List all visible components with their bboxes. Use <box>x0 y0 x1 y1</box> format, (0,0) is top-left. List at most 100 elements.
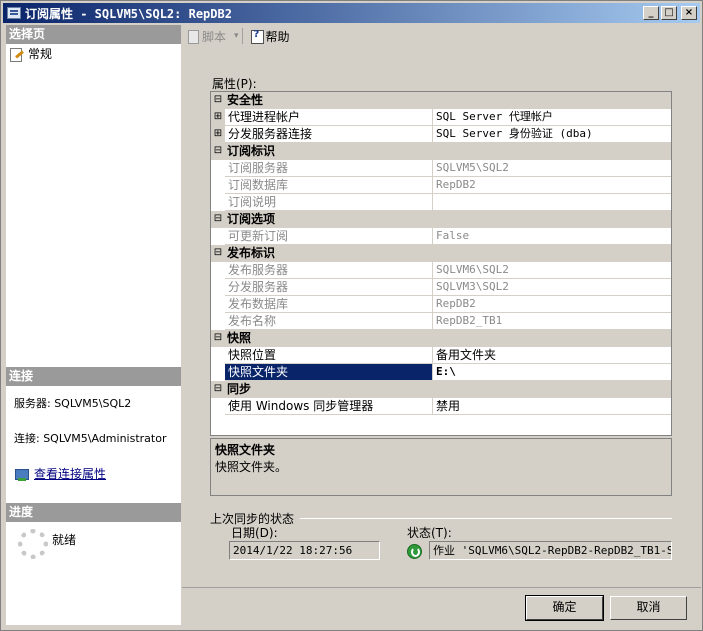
help-button[interactable]: 帮助 <box>250 28 290 45</box>
collapse-icon[interactable]: ⊟ <box>211 330 225 347</box>
description-text: 快照文件夹。 <box>215 460 288 474</box>
row-gutter <box>211 262 225 279</box>
property-value: RepDB2 <box>433 296 671 313</box>
property-row[interactable]: 分发服务器 SQLVM3\SQL2 <box>211 279 671 296</box>
collapse-icon[interactable]: ⊟ <box>211 245 225 262</box>
row-gutter <box>211 347 225 364</box>
property-name: 分发服务器 <box>225 279 433 296</box>
expand-icon[interactable]: ⊞ <box>211 126 225 143</box>
property-value[interactable]: SQL Server 身份验证 (dba) <box>433 126 671 143</box>
row-gutter <box>211 279 225 296</box>
view-connection-properties[interactable]: 查看连接属性 <box>14 465 106 482</box>
property-name: 订阅数据库 <box>225 177 433 194</box>
sync-status-icon <box>406 543 422 559</box>
ok-button[interactable]: 确定 <box>525 595 604 621</box>
toolbar-separator <box>241 28 243 44</box>
row-gutter <box>211 364 225 381</box>
row-gutter <box>211 296 225 313</box>
property-row[interactable]: 发布数据库 RepDB2 <box>211 296 671 313</box>
subscription-properties-window: 订阅属性 - SQLVM5\SQL2: RepDB2 _ □ × 选择页 常规 … <box>0 0 703 631</box>
connection-line: 连接: SQLVM5\Administrator <box>14 432 167 445</box>
property-name: 使用 Windows 同步管理器 <box>225 398 433 415</box>
script-icon <box>186 29 200 44</box>
row-gutter <box>211 313 225 330</box>
property-name: 快照位置 <box>225 347 433 364</box>
close-button[interactable]: × <box>681 6 697 20</box>
row-gutter <box>211 398 225 415</box>
progress-spinner-icon <box>18 529 48 559</box>
property-row[interactable]: 快照文件夹 E:\ <box>211 364 671 381</box>
category-name: 发布标识 <box>227 246 276 260</box>
page-item-general[interactable]: 常规 <box>9 45 52 62</box>
property-grid[interactable]: ⊟ 安全性 ⊞ 代理进程帐户 SQL Server 代理帐户 ⊞ 分发服务器连接 SQL Se… <box>210 91 672 436</box>
property-name: 可更新订阅 <box>225 228 433 245</box>
property-row[interactable]: 可更新订阅 False <box>211 228 671 245</box>
property-name: 分发服务器连接 <box>225 126 433 143</box>
row-gutter <box>211 160 225 177</box>
page-item-label: 常规 <box>28 47 53 61</box>
properties-label: 属性(P): <box>212 77 257 91</box>
left-panel: 选择页 常规 连接 服务器: SQLVM5\SQL2 连接: SQLVM5\Ad… <box>6 25 181 625</box>
property-category[interactable]: ⊟ 快照 <box>211 330 671 347</box>
property-row[interactable]: 快照位置 备用文件夹 <box>211 347 671 364</box>
collapse-icon[interactable]: ⊟ <box>211 143 225 160</box>
property-name: 快照文件夹 <box>225 364 433 381</box>
category-name: 快照 <box>227 331 252 345</box>
expand-icon[interactable]: ⊞ <box>211 109 225 126</box>
property-row[interactable]: 发布服务器 SQLVM6\SQL2 <box>211 262 671 279</box>
minimize-button[interactable]: _ <box>643 6 659 20</box>
collapse-icon[interactable]: ⊟ <box>211 381 225 398</box>
property-value[interactable]: 禁用 <box>433 398 671 415</box>
window-title: 订阅属性 - SQLVM5\SQL2: RepDB2 <box>25 6 232 21</box>
property-value: SQLVM5\SQL2 <box>433 160 671 177</box>
property-row[interactable]: 使用 Windows 同步管理器 禁用 <box>211 398 671 415</box>
property-value: False <box>433 228 671 245</box>
property-value: RepDB2 <box>433 177 671 194</box>
help-label: 帮助 <box>265 29 290 44</box>
bottom-divider <box>182 587 701 588</box>
description-panel: 快照文件夹 快照文件夹。 <box>210 438 672 496</box>
date-field[interactable]: 2014/1/22 18:27:56 <box>229 541 380 560</box>
category-name: 同步 <box>227 382 252 396</box>
property-row[interactable]: 发布名称 RepDB2_TB1 <box>211 313 671 330</box>
property-row[interactable]: ⊞ 代理进程帐户 SQL Server 代理帐户 <box>211 109 671 126</box>
title-bar[interactable]: 订阅属性 - SQLVM5\SQL2: RepDB2 _ □ × <box>3 3 700 23</box>
app-icon <box>7 7 21 19</box>
property-value <box>433 194 671 211</box>
property-category[interactable]: ⊟ 订阅标识 <box>211 143 671 160</box>
property-row[interactable]: 订阅说明 <box>211 194 671 211</box>
cancel-button[interactable]: 取消 <box>610 596 687 620</box>
property-value[interactable]: 备用文件夹 <box>433 347 671 364</box>
property-name: 订阅说明 <box>225 194 433 211</box>
property-row[interactable]: 订阅服务器 SQLVM5\SQL2 <box>211 160 671 177</box>
chevron-down-icon[interactable]: ▾ <box>234 31 239 41</box>
property-row[interactable]: 订阅数据库 RepDB2 <box>211 177 671 194</box>
collapse-icon[interactable]: ⊟ <box>211 211 225 228</box>
property-category[interactable]: ⊟ 订阅选项 <box>211 211 671 228</box>
script-button[interactable]: 脚本 ▾ <box>186 28 239 45</box>
maximize-button[interactable]: □ <box>661 6 677 20</box>
property-category[interactable]: ⊟ 同步 <box>211 381 671 398</box>
property-value[interactable]: SQL Server 代理帐户 <box>433 109 671 126</box>
property-name: 发布服务器 <box>225 262 433 279</box>
connection-header: 连接 <box>6 367 181 386</box>
category-name: 安全性 <box>227 93 264 107</box>
progress-status: 就绪 <box>52 533 77 547</box>
script-label: 脚本 <box>202 29 227 44</box>
status-label: 状态(T): <box>407 526 452 540</box>
server-line: 服务器: SQLVM5\SQL2 <box>14 397 132 410</box>
status-field[interactable]: 作业 'SQLVM6\SQL2-RepDB2-RepDB2_TB1-SQLV <box>429 541 672 560</box>
property-name: 发布数据库 <box>225 296 433 313</box>
property-value[interactable]: E:\ <box>433 364 671 381</box>
row-gutter <box>211 228 225 245</box>
property-value: SQLVM3\SQL2 <box>433 279 671 296</box>
property-row[interactable]: ⊞ 分发服务器连接 SQL Server 身份验证 (dba) <box>211 126 671 143</box>
collapse-icon[interactable]: ⊟ <box>211 92 225 109</box>
last-sync-group: 上次同步的状态 日期(D): 状态(T): 2014/1/22 18:27:56… <box>210 510 672 570</box>
group-divider <box>300 518 672 519</box>
description-title: 快照文件夹 <box>215 443 276 457</box>
property-name: 订阅服务器 <box>225 160 433 177</box>
property-category[interactable]: ⊟ 安全性 <box>211 92 671 109</box>
view-connection-link[interactable]: 查看连接属性 <box>34 465 106 482</box>
property-category[interactable]: ⊟ 发布标识 <box>211 245 671 262</box>
